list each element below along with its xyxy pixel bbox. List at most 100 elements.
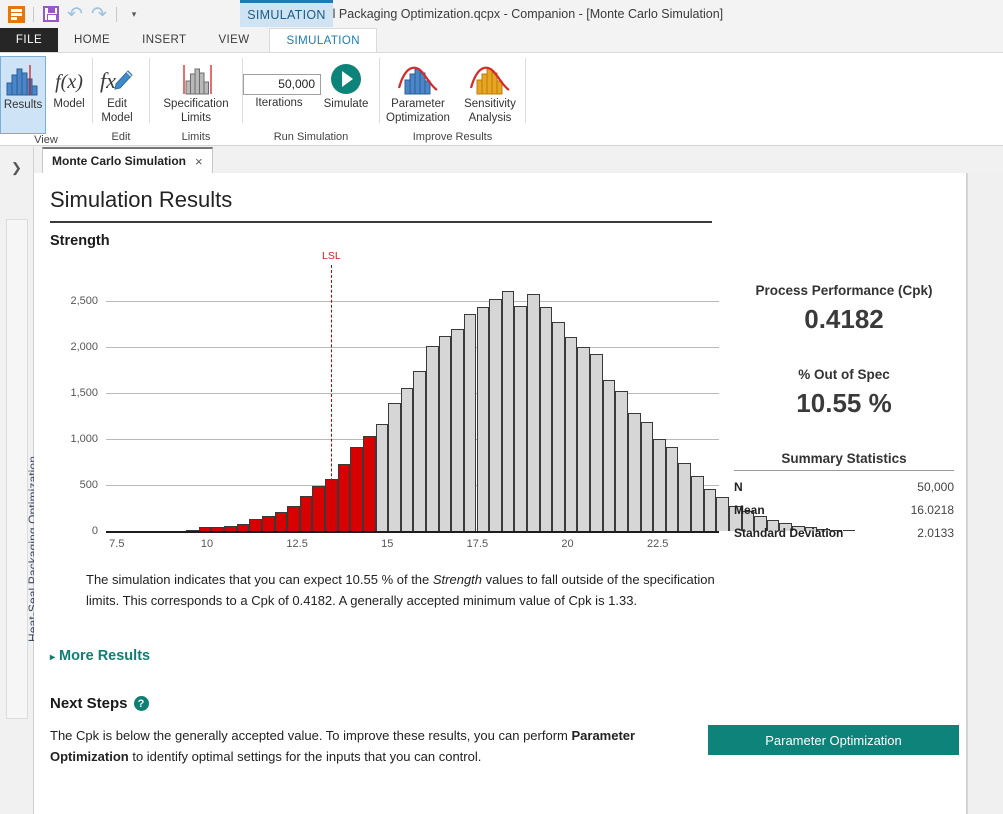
summary-row: N 50,000 [734,480,954,494]
out-of-spec-value: 10.55 % [796,388,892,418]
histogram-bar [236,524,250,531]
histogram-bar [274,512,288,531]
iterations-input[interactable]: 50,000 [243,74,321,95]
histogram-bar [463,314,477,531]
y-axis-tick-label: 500 [79,479,98,492]
title-divider [50,221,712,223]
histogram-bar [564,337,578,531]
tab-view[interactable]: VIEW [202,28,265,52]
summary-row-value: 50,000 [917,480,954,494]
histogram-bar [577,346,591,531]
summary-statistics-rows: N 50,000 Mean 16.0218 Standard Deviation 2.01… [734,480,954,540]
parameter-optimization-button[interactable]: Parameter Optimization [380,56,456,125]
qat-divider-1 [33,6,34,22]
svg-text:fx: fx [100,68,116,93]
text-run-0: The Cpk is below the generally accepted … [50,728,572,743]
histogram-bar [362,436,376,531]
summary-row-key: N [734,480,743,494]
model-button-label: Model [53,98,85,110]
histogram-bar [261,515,275,531]
histogram-bar [249,519,262,531]
document-tab-strip: Monte Carlo Simulation × [34,147,1003,174]
histogram-bar [665,446,679,531]
ribbon-group-view-label: View [34,134,58,146]
tab-monte-carlo-simulation[interactable]: Monte Carlo Simulation × [42,147,213,174]
qat-divider-2 [116,6,117,22]
simulate-button[interactable]: Simulate [315,56,377,112]
gridline [106,301,719,303]
histogram-bar [602,380,616,531]
summary-statistics-heading: Summary Statistics [734,451,954,471]
histogram-bar [640,421,654,531]
vertical-scrollbar[interactable] [967,173,1003,814]
y-axis-tick-label: 2,000 [70,341,98,354]
histogram-bar [287,506,300,531]
iterations-control[interactable]: 50,000 Iterations [243,56,321,111]
results-button[interactable]: Results [0,56,47,134]
edit-model-button[interactable]: fx Edit Model [93,56,141,125]
simulate-button-label: Simulate [323,98,369,110]
histogram-bar [350,446,363,531]
text-run-2: to identify optimal settings for the inp… [128,749,482,765]
fx-italic-icon: f(x) [49,60,89,96]
summary-row: Mean 16.0218 [734,503,954,517]
variable-heading: Strength [50,233,110,249]
results-pane: Simulation Results Strength 0 500 1,000 1,5… [34,173,967,814]
histogram-bar [476,306,490,531]
spec-limits-icon [174,60,218,96]
y-axis-tick-label: 0 [91,525,98,537]
tab-home[interactable]: HOME [58,28,126,52]
histogram-bar [716,497,729,531]
project-tab[interactable]: Heat-Seal Packaging Optimization [6,219,40,719]
save-icon[interactable] [40,3,62,25]
x-axis-tick-label: 22.5 [646,538,669,550]
expand-panel-icon[interactable]: ❯ [11,160,22,176]
ribbon: Results f(x) Model View fx Edit Model Ed… [0,53,1003,146]
redo-icon[interactable]: ↷ [88,3,110,25]
histogram-bar [413,370,426,531]
histogram-blue-icon [3,61,43,97]
results-button-label: Results [3,99,43,111]
model-button[interactable]: f(x) Model [46,56,92,112]
lsl-line [331,265,333,531]
tab-file[interactable]: FILE [0,28,58,52]
x-axis-tick-label: 12.5 [286,538,308,550]
ribbon-group-improve-label: Improve Results [412,130,493,143]
cpk-value: 0.4182 [804,304,884,334]
histogram-bar [400,387,414,531]
histogram-bar [678,463,692,531]
specification-limits-button[interactable]: Specification Limits [150,56,242,125]
left-navigation-rail: ❯ Heat-Seal Packaging Optimization [0,147,40,814]
sensitivity-analysis-icon [467,60,513,96]
gridline [106,347,719,349]
parameter-optimization-primary-button[interactable]: Parameter Optimization [708,725,959,755]
histogram-bar [627,412,641,531]
more-results-toggle[interactable]: ▸ More Results [50,648,150,664]
app-menu-icon[interactable] [5,3,27,25]
histogram-bar [514,305,527,531]
ribbon-group-improve-results: Parameter Optimization Sensitivity Analy… [380,53,525,145]
histogram-bar [375,424,389,531]
tab-insert[interactable]: INSERT [126,28,202,52]
histogram-bar [552,321,565,531]
histogram-bar [489,298,502,531]
summary-row-value: 2.0133 [917,526,954,540]
summary-row-value: 16.0218 [910,503,954,517]
ribbon-group-run-label: Run Simulation [273,130,349,143]
play-circle-icon [326,60,366,96]
sensitivity-analysis-button[interactable]: Sensitivity Analysis [456,56,524,125]
context-tab-simulation[interactable]: SIMULATION [240,0,333,27]
quick-access-toolbar: ↶ ↷ ▾ [0,0,145,28]
title-bar: ↶ ↷ ▾ Heat-Seal Packaging Optimization.q… [0,0,1003,28]
close-icon[interactable]: × [195,154,203,169]
page-title: Simulation Results [50,187,233,212]
undo-icon[interactable]: ↶ [64,3,86,25]
y-axis-tick-label: 1,000 [70,433,98,446]
x-axis-tick-label: 20 [561,538,574,550]
sensitivity-analysis-label: Sensitivity Analysis [464,98,516,124]
customize-qat-icon[interactable]: ▾ [123,3,145,25]
help-icon[interactable]: ? [133,696,149,711]
tab-simulation[interactable]: SIMULATION [269,28,377,52]
edit-model-button-label: Edit Model [101,98,133,124]
summary-row: Standard Deviation 2.0133 [734,526,954,540]
